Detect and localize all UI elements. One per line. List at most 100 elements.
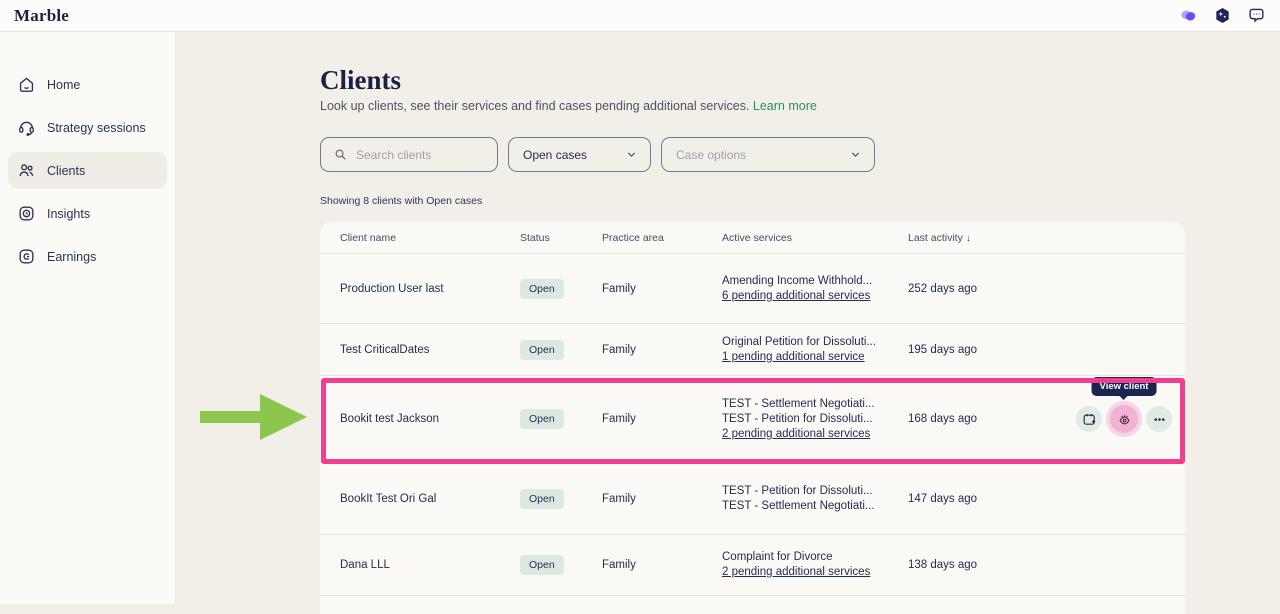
page-title: Clients (320, 65, 401, 96)
service-item: Original Petition for Dissoluti... (722, 335, 908, 350)
app-root: Marble (0, 0, 1280, 604)
chat-icon[interactable] (1247, 6, 1266, 25)
topbar-icons (1179, 6, 1266, 25)
sidebar-item-label: Strategy sessions (47, 121, 146, 135)
status-badge: Open (520, 555, 564, 575)
active-services: TEST - Petition for Dissoluti...TEST - S… (722, 484, 908, 514)
table-header: Client name Status Practice area Active … (320, 222, 1185, 254)
service-item: Complaint for Divorce (722, 550, 908, 565)
last-activity: 168 days ago (908, 413, 1038, 425)
practice-area: Family (602, 344, 722, 356)
sidebar-item-strategy-sessions[interactable]: Strategy sessions (8, 109, 167, 146)
case-options-placeholder: Case options (676, 148, 746, 162)
clients-table: Client name Status Practice area Active … (320, 222, 1185, 614)
status-cell: Open (520, 409, 602, 429)
more-options-button[interactable] (1146, 406, 1172, 432)
status-cell: Open (520, 279, 602, 299)
pending-services-link[interactable]: 6 pending additional services (722, 289, 870, 304)
service-item: TEST - Petition for Dissoluti... (722, 412, 908, 427)
sidebar: Home Strategy sessions (0, 32, 176, 604)
sidebar-item-earnings[interactable]: Earnings (8, 238, 167, 275)
last-activity: 252 days ago (908, 283, 1038, 295)
service-item: TEST - Petition for Dissoluti... (722, 484, 908, 499)
marble-logo[interactable]: Marble (14, 6, 69, 26)
rewards-icon[interactable] (1213, 6, 1232, 25)
insights-icon (17, 204, 36, 223)
last-activity: 195 days ago (908, 344, 1038, 356)
col-practice-area: Practice area (602, 232, 722, 244)
pending-services-link[interactable]: 1 pending additional service (722, 350, 865, 365)
status-badge: Open (520, 279, 564, 299)
practice-area: Family (602, 493, 722, 505)
case-status-select[interactable]: Open cases (508, 137, 651, 172)
earnings-icon (17, 247, 36, 266)
table-row[interactable]: Bookit test Jackson Open Family TEST - S… (320, 376, 1185, 463)
client-name: Test CriticalDates (320, 344, 520, 356)
eye-icon (1117, 412, 1132, 427)
client-name: BookIt Test Ori Gal (320, 493, 520, 505)
client-name: Dana LLL (320, 559, 520, 571)
page-subtitle: Look up clients, see their services and … (320, 99, 817, 113)
subtitle-text: Look up clients, see their services and … (320, 99, 749, 113)
sidebar-item-label: Insights (47, 207, 90, 221)
row-actions: View client (1038, 405, 1185, 433)
sidebar-item-home[interactable]: Home (8, 66, 167, 103)
practice-area: Family (602, 559, 722, 571)
table-row[interactable]: Production User last Open Family Amendin… (320, 254, 1185, 324)
pending-services-link[interactable]: 2 pending additional services (722, 427, 870, 442)
calendar-add-button[interactable] (1076, 406, 1102, 432)
practice-area: Family (602, 413, 722, 425)
service-item: Amending Income Withhold... (722, 274, 908, 289)
status-cell: Open (520, 555, 602, 575)
table-row[interactable]: BookIt Test Ori Gal Open Family TEST - P… (320, 463, 1185, 535)
topbar: Marble (0, 0, 1280, 32)
status-badge: Open (520, 409, 564, 429)
client-name: Bookit test Jackson (320, 413, 520, 425)
search-icon (333, 147, 348, 162)
service-item: TEST - Settlement Negotiati... (722, 499, 908, 514)
sidebar-item-insights[interactable]: Insights (8, 195, 167, 232)
sidebar-item-label: Home (47, 78, 80, 92)
main-content: Clients Look up clients, see their servi… (176, 32, 1280, 604)
service-item: TEST - Settlement Negotiati... (722, 397, 908, 412)
search-clients-field[interactable] (320, 137, 498, 172)
active-services: TEST - Settlement Negotiati...TEST - Pet… (722, 397, 908, 442)
chevron-down-icon (625, 148, 638, 161)
people-icon (17, 161, 36, 180)
case-status-value: Open cases (523, 148, 587, 162)
table-row[interactable]: Test CriticalDates Open Family Original … (320, 324, 1185, 376)
learn-more-link[interactable]: Learn more (753, 99, 817, 113)
status-cell: Open (520, 489, 602, 509)
table-row[interactable]: Dana LLL Open Family Complaint for Divor… (320, 535, 1185, 596)
active-services: Complaint for Divorce2 pending additiona… (722, 550, 908, 580)
view-client-tooltip: View client (1092, 377, 1157, 396)
sidebar-item-label: Clients (47, 164, 85, 178)
col-last-activity[interactable]: Last activity↓ (908, 232, 1038, 244)
home-icon (17, 75, 36, 94)
filters-bar: Open cases Case options (320, 137, 875, 172)
chevron-down-icon (849, 148, 862, 161)
calendar-add-icon (1082, 412, 1097, 427)
view-client-button-wrap: View client (1107, 405, 1141, 433)
status-badge: Open (520, 489, 564, 509)
view-client-button[interactable] (1110, 405, 1138, 433)
table-body: Production User last Open Family Amendin… (320, 254, 1185, 596)
status-badge: Open (520, 340, 564, 360)
col-status: Status (520, 232, 602, 244)
intercom-icon[interactable] (1179, 6, 1198, 25)
headset-icon (17, 118, 36, 137)
pending-services-link[interactable]: 2 pending additional services (722, 565, 870, 580)
sort-desc-icon: ↓ (966, 233, 971, 244)
last-activity: 147 days ago (908, 493, 1038, 505)
active-services: Amending Income Withhold...6 pending add… (722, 274, 908, 304)
sidebar-item-clients[interactable]: Clients (8, 152, 167, 189)
ellipsis-icon (1152, 412, 1167, 427)
results-summary: Showing 8 clients with Open cases (320, 195, 482, 207)
search-input[interactable] (356, 148, 487, 162)
active-services: Original Petition for Dissoluti...1 pend… (722, 335, 908, 365)
practice-area: Family (602, 283, 722, 295)
case-options-select[interactable]: Case options (661, 137, 875, 172)
col-active-services: Active services (722, 232, 908, 244)
client-name: Production User last (320, 283, 520, 295)
status-cell: Open (520, 340, 602, 360)
